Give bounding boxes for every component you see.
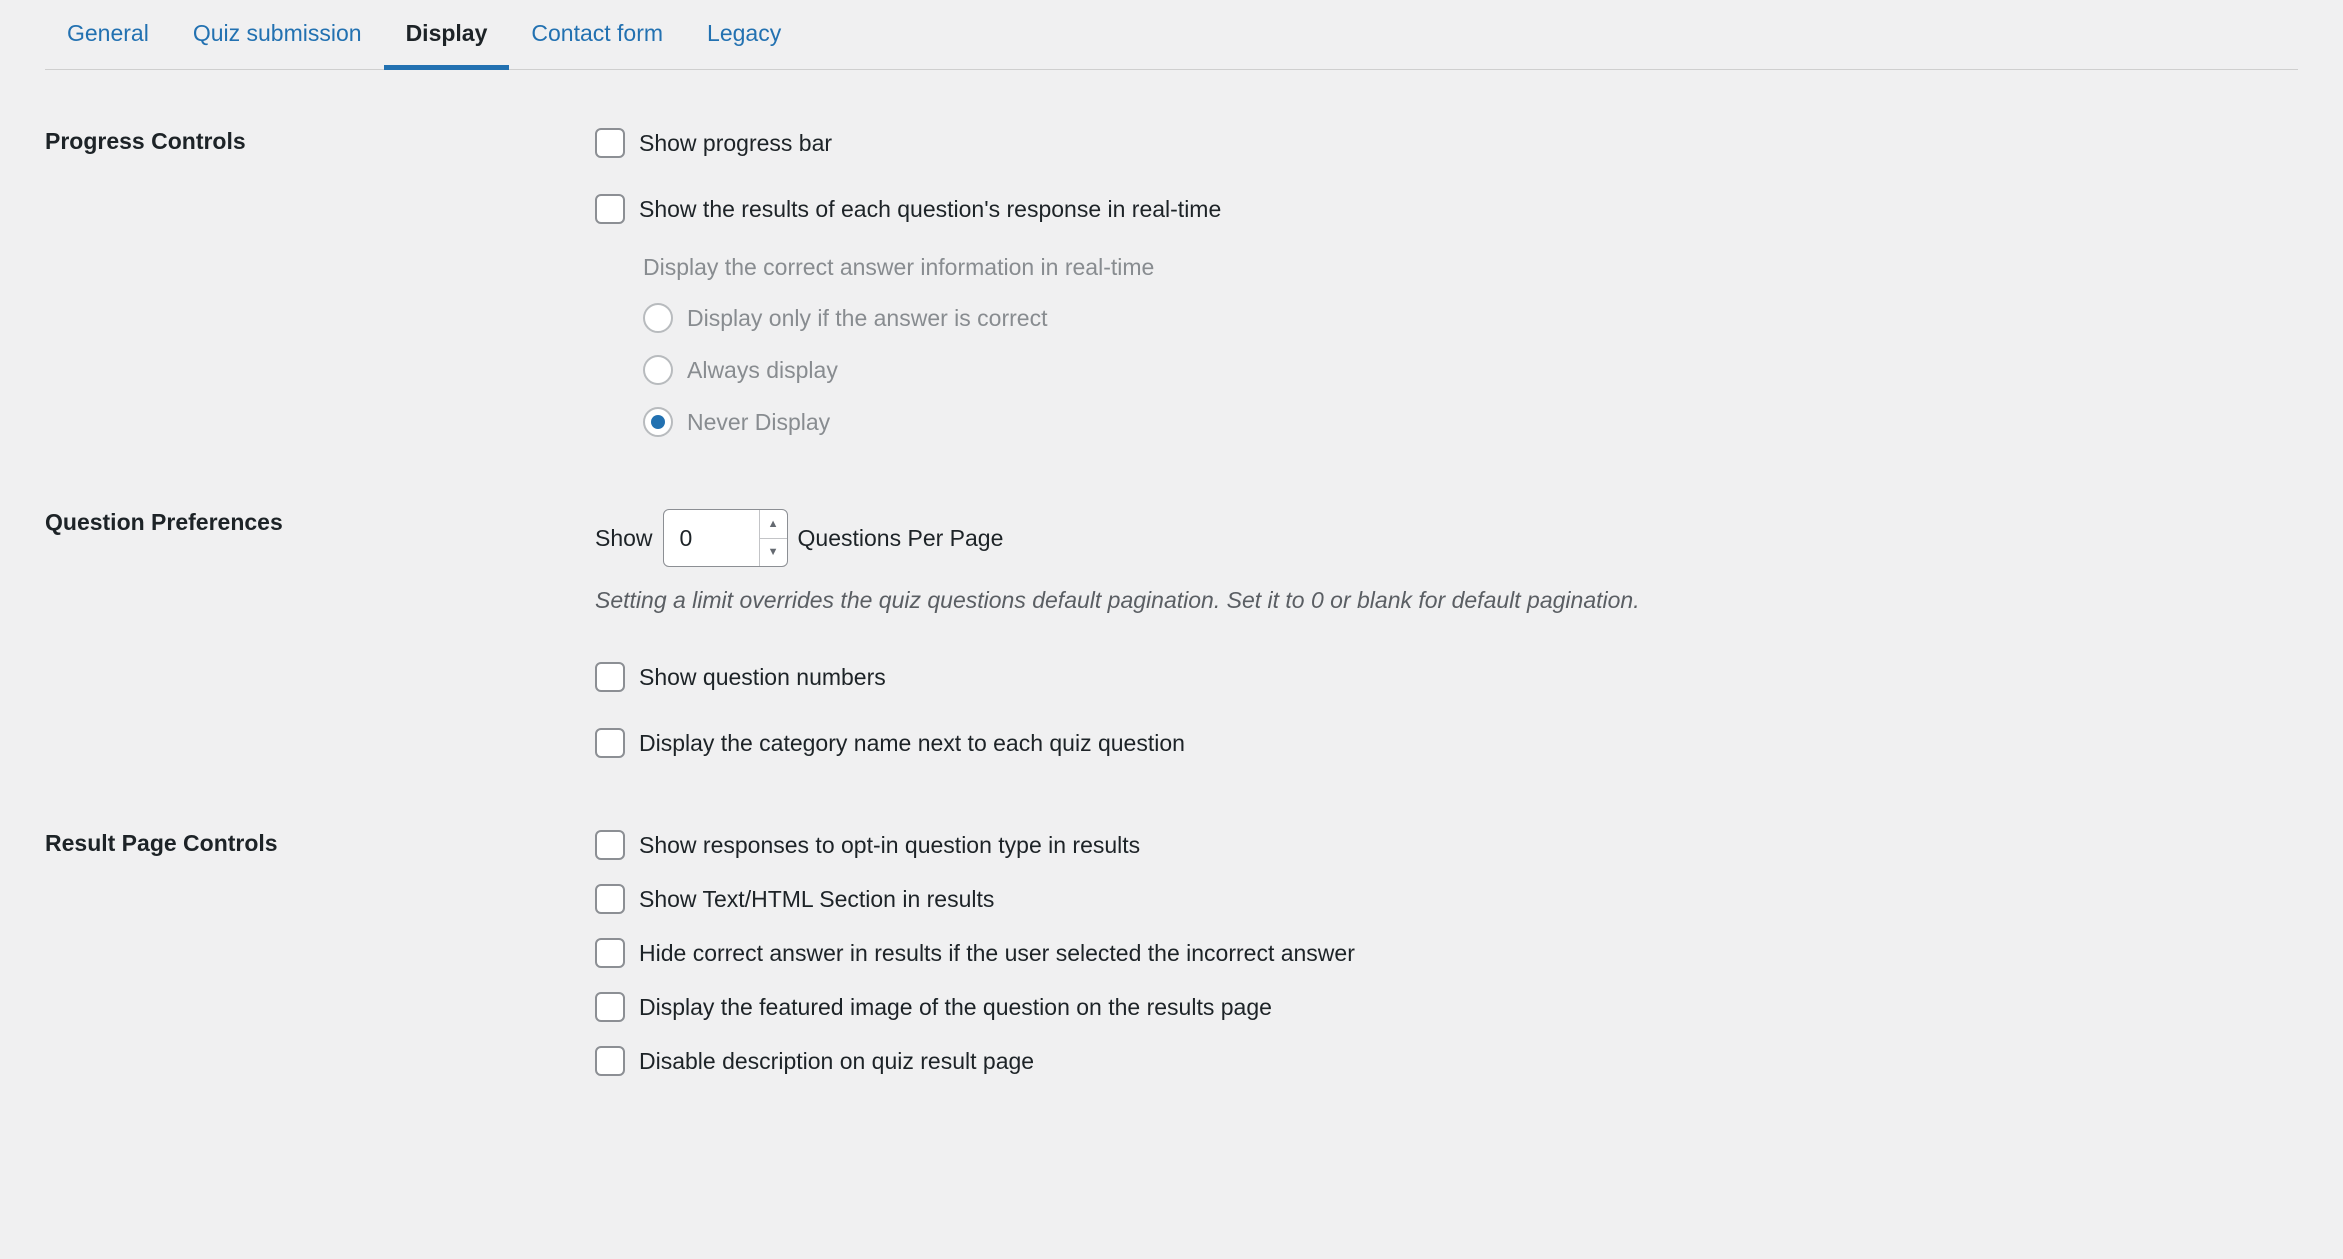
hide-correct-if-wrong-checkbox[interactable] bbox=[595, 938, 625, 968]
result-page-controls-heading: Result Page Controls bbox=[45, 830, 595, 1076]
qpp-show-prefix: Show bbox=[595, 525, 653, 552]
display-category-name-checkbox[interactable] bbox=[595, 728, 625, 758]
stepper-up-icon[interactable]: ▲ bbox=[760, 510, 787, 539]
show-text-html-label: Show Text/HTML Section in results bbox=[639, 886, 994, 913]
qpp-hint: Setting a limit overrides the quiz quest… bbox=[595, 587, 2298, 614]
realtime-never-label: Never Display bbox=[687, 409, 830, 436]
show-question-numbers-label: Show question numbers bbox=[639, 664, 886, 691]
show-results-realtime-checkbox[interactable] bbox=[595, 194, 625, 224]
show-question-numbers-checkbox[interactable] bbox=[595, 662, 625, 692]
show-text-html-checkbox[interactable] bbox=[595, 884, 625, 914]
tab-display[interactable]: Display bbox=[384, 0, 510, 69]
questions-per-page-input[interactable]: 0 ▲ ▼ bbox=[663, 509, 788, 567]
realtime-never-radio[interactable] bbox=[643, 407, 673, 437]
tab-legacy[interactable]: Legacy bbox=[685, 0, 803, 69]
tab-quiz-submission[interactable]: Quiz submission bbox=[171, 0, 384, 69]
realtime-answer-subblock: Display the correct answer information i… bbox=[595, 254, 2298, 437]
realtime-answer-caption: Display the correct answer information i… bbox=[643, 254, 2298, 281]
realtime-only-correct-radio[interactable] bbox=[643, 303, 673, 333]
show-progress-bar-label: Show progress bar bbox=[639, 130, 832, 157]
disable-description-label: Disable description on quiz result page bbox=[639, 1048, 1034, 1075]
display-featured-image-label: Display the featured image of the questi… bbox=[639, 994, 1272, 1021]
tab-contact-form[interactable]: Contact form bbox=[509, 0, 685, 69]
realtime-always-label: Always display bbox=[687, 357, 838, 384]
questions-per-page-value: 0 bbox=[680, 525, 693, 552]
disable-description-checkbox[interactable] bbox=[595, 1046, 625, 1076]
stepper-down-icon[interactable]: ▼ bbox=[760, 539, 787, 567]
hide-correct-if-wrong-label: Hide correct answer in results if the us… bbox=[639, 940, 1355, 967]
show-optin-responses-label: Show responses to opt-in question type i… bbox=[639, 832, 1140, 859]
settings-tabs: General Quiz submission Display Contact … bbox=[45, 0, 2298, 70]
show-progress-bar-checkbox[interactable] bbox=[595, 128, 625, 158]
realtime-always-radio[interactable] bbox=[643, 355, 673, 385]
question-preferences-heading: Question Preferences bbox=[45, 509, 595, 758]
display-featured-image-checkbox[interactable] bbox=[595, 992, 625, 1022]
realtime-only-correct-label: Display only if the answer is correct bbox=[687, 305, 1047, 332]
show-results-realtime-label: Show the results of each question's resp… bbox=[639, 196, 1221, 223]
progress-controls-heading: Progress Controls bbox=[45, 128, 595, 437]
qpp-show-suffix: Questions Per Page bbox=[798, 525, 1004, 552]
tab-general[interactable]: General bbox=[45, 0, 171, 69]
display-category-name-label: Display the category name next to each q… bbox=[639, 730, 1185, 757]
show-optin-responses-checkbox[interactable] bbox=[595, 830, 625, 860]
